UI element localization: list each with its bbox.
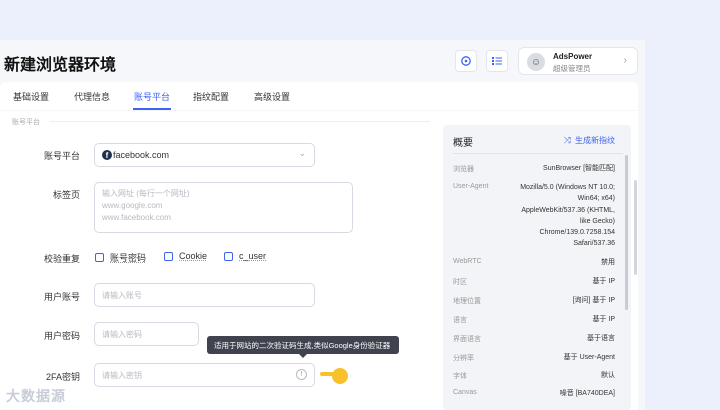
tab-basic[interactable]: 基础设置 [13, 90, 49, 103]
tab-proxy[interactable]: 代理信息 [74, 90, 110, 103]
overview-value: SunBrowser [智能匹配] [543, 165, 615, 172]
generate-label: 生成新指纹 [575, 136, 615, 145]
overview-scrollbar[interactable] [625, 155, 628, 310]
username-label: 用户账号 [43, 292, 80, 302]
overview-key: User-Agent [453, 183, 489, 190]
overview-key: 地理位置 [453, 298, 481, 305]
active-tab-indicator [133, 108, 171, 110]
tabs-label: 标签页 [52, 190, 80, 200]
textarea-placeholder: www.google.com [102, 201, 163, 210]
overview-key: 语言 [453, 317, 467, 324]
overview-value: Mozilla/5.0 (Windows NT 10.0; Win64; x64… [520, 184, 615, 248]
checkbox-box[interactable] [95, 253, 104, 262]
overview-panel: 概要 ⤨ 生成新指纹 浏览器 SunBrowser [智能匹配] User-Age… [443, 125, 631, 410]
overview-value: 基于 User-Agent [563, 354, 615, 361]
overview-title: 概要 [453, 138, 473, 149]
chevron-down-icon: ⌄ [298, 148, 306, 158]
tabs-urls-textarea[interactable]: 输入网址 (每行一个网址) www.google.com www.faceboo… [94, 182, 353, 233]
password-placeholder: 请输入密码 [102, 330, 142, 339]
password-label: 用户密码 [43, 331, 80, 341]
overview-value: 噪音 [BA740DEA] [559, 390, 615, 397]
checkbox-box[interactable] [224, 251, 233, 261]
pointing-hand-icon [320, 368, 348, 384]
checkbox-label: 账号密码 [110, 253, 147, 263]
twofa-label: 2FA密钥 [45, 372, 80, 382]
verify-cuser-checkbox[interactable]: c_user [224, 251, 266, 261]
facebook-icon: f [102, 150, 112, 160]
checkbox-label: c_user [239, 251, 267, 261]
overview-key: 浏览器 [453, 166, 474, 173]
overview-value: 基于 IP [592, 316, 615, 323]
account-menu[interactable]: ☺ AdsPower 超级管理员 › [518, 47, 638, 75]
avatar: ☺ [527, 53, 545, 71]
refresh-icon [461, 56, 471, 66]
overview-value: 默认 [601, 372, 615, 379]
overview-key: Canvas [453, 389, 477, 396]
page-scrollbar[interactable] [634, 180, 637, 275]
checkbox-label: Cookie [179, 251, 208, 261]
platform-label: 账号平台 [43, 151, 80, 161]
page-title: 新建浏览器环境 [4, 55, 117, 74]
list-button[interactable] [486, 50, 508, 72]
shuffle-icon: ⤨ [563, 135, 571, 145]
overview-value: 基于语言 [587, 335, 615, 342]
verify-cookie-checkbox[interactable]: Cookie [164, 251, 207, 261]
verify-dup-label: 校验重复 [43, 254, 80, 264]
overview-key: 分辨率 [453, 355, 474, 362]
overview-key: 字体 [453, 373, 467, 380]
overview-key: WebRTC [453, 258, 482, 265]
account-role: 超级管理员 [553, 64, 591, 73]
list-icon [492, 57, 502, 65]
username-placeholder: 请输入账号 [102, 291, 142, 300]
overview-key: 时区 [453, 279, 467, 286]
account-name: AdsPower [553, 52, 593, 61]
twofa-placeholder: 请输入密钥 [102, 371, 142, 380]
panel-divider [453, 153, 623, 154]
refresh-button[interactable] [455, 50, 477, 72]
tab-fingerprint[interactable]: 指纹配置 [193, 90, 229, 103]
tab-account-platform[interactable]: 账号平台 [134, 90, 170, 103]
platform-select[interactable]: f facebook.com ⌄ [94, 143, 315, 167]
overview-value: 禁用 [601, 259, 615, 266]
overview-key: 界面语言 [453, 336, 481, 343]
tab-advanced[interactable]: 高级设置 [254, 90, 290, 103]
textarea-placeholder: 输入网址 (每行一个网址) [102, 189, 190, 198]
section-title: 账号平台 [12, 119, 40, 126]
textarea-placeholder: www.facebook.com [102, 213, 171, 222]
overview-value: 基于 IP [592, 278, 615, 285]
watermark: 大数据源 [6, 388, 66, 404]
checkbox-box[interactable] [164, 251, 173, 261]
platform-value: facebook.com [113, 150, 170, 160]
password-input[interactable]: 请输入密码 [94, 322, 199, 346]
username-input[interactable]: 请输入账号 [94, 283, 315, 307]
info-icon[interactable]: ! [296, 369, 307, 380]
twofa-input[interactable]: 请输入密钥 ! [94, 363, 315, 387]
tooltip-arrow [298, 353, 308, 358]
generate-fingerprint-button[interactable]: ⤨ 生成新指纹 [564, 135, 615, 146]
section-divider [50, 121, 430, 122]
verify-account-password-checkbox[interactable]: 账号密码 [95, 251, 146, 264]
tab-bar: 基础设置 代理信息 账号平台 指纹配置 高级设置 [0, 82, 638, 110]
twofa-tooltip: 适用于网站的二次验证码生成,类似Google身份验证器 [207, 336, 399, 354]
chevron-right-icon: › [623, 55, 627, 66]
overview-value: [询问] 基于 IP [572, 297, 615, 304]
